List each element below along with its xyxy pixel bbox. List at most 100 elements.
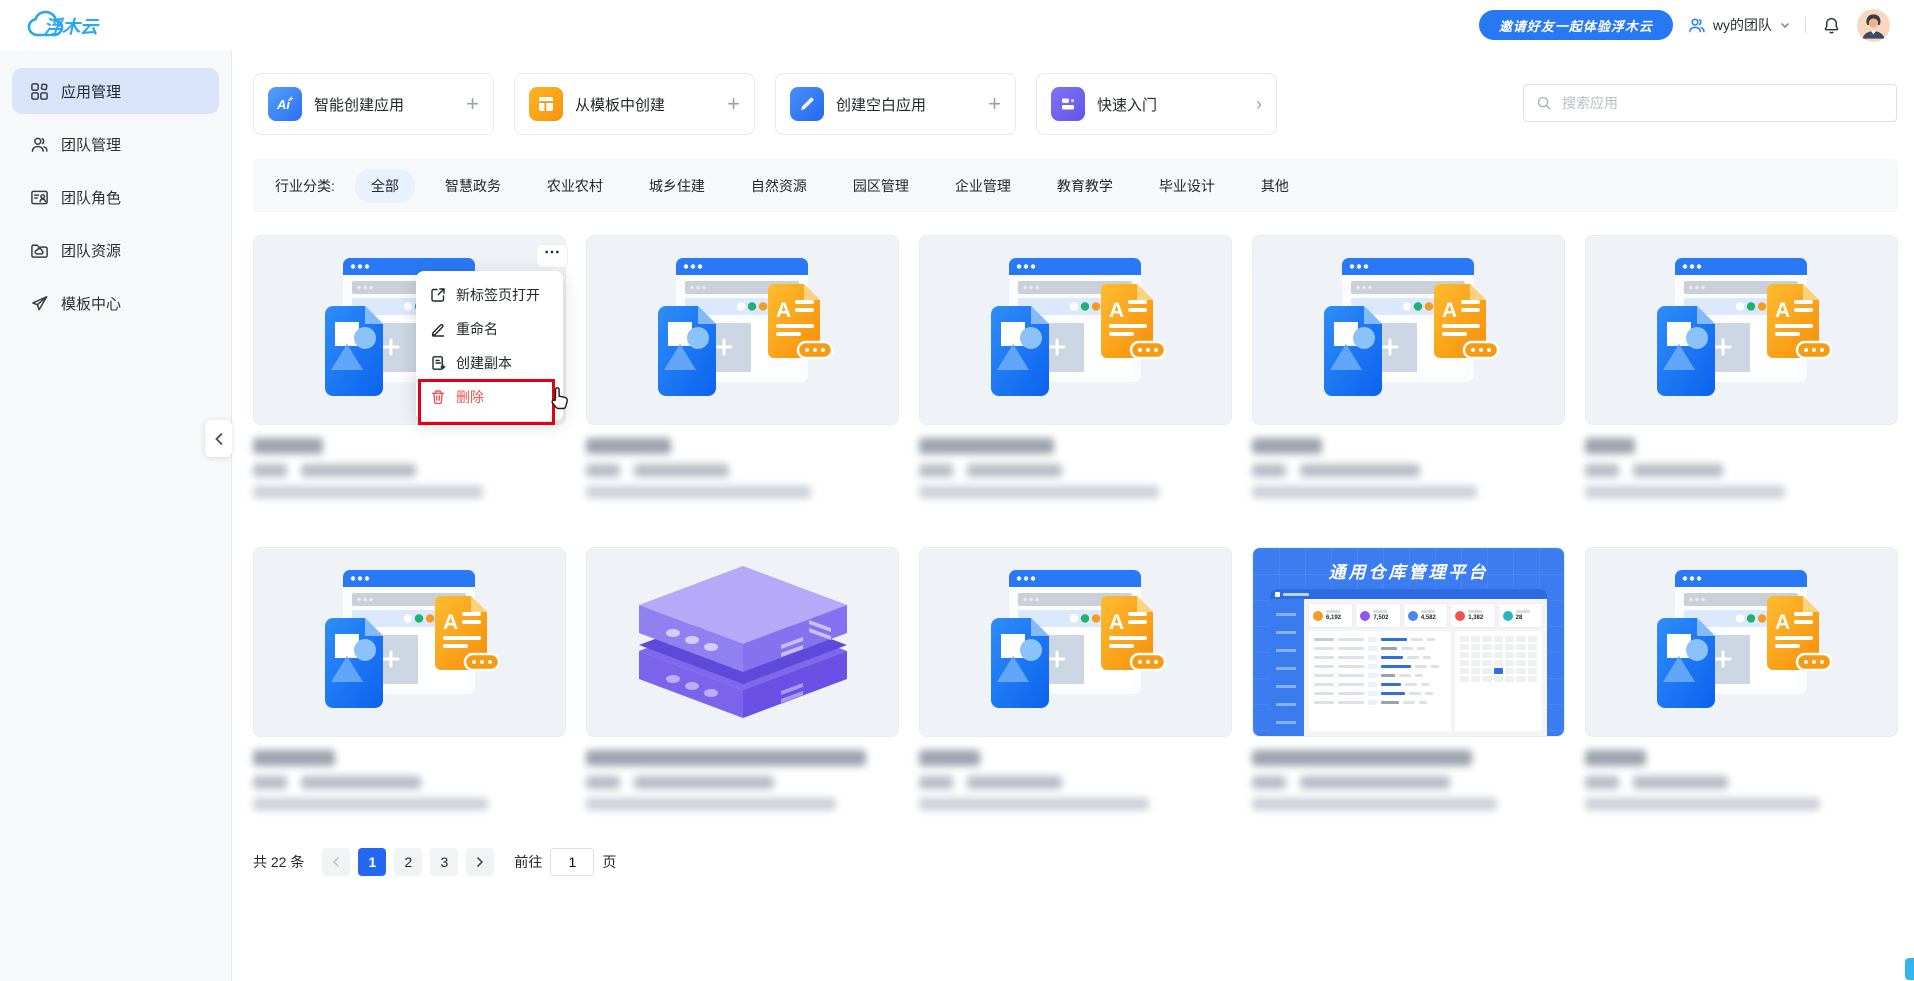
ai-create-icon: Ai bbox=[268, 87, 302, 121]
plus-icon: + bbox=[727, 91, 740, 116]
chevron-down-icon bbox=[1779, 19, 1791, 31]
svg-text:A: A bbox=[1775, 611, 1790, 634]
app-card-8[interactable]: 通用仓库管理平台 6,192 7,502 4,582 1,382 28 bbox=[1252, 547, 1565, 859]
app-card-info-blurred bbox=[253, 425, 566, 498]
rename-icon bbox=[430, 321, 446, 337]
app-card-6[interactable] bbox=[586, 547, 899, 859]
industry-filter-pill[interactable]: 其他 bbox=[1245, 169, 1305, 203]
blurred-timestamp bbox=[919, 486, 1159, 498]
filter-pills: 全部 智慧政务 农业农村 城乡住建 自然资源 园区管理 企业管理 教育教学 毕业设计 其他 bbox=[354, 168, 1305, 203]
card-more-button[interactable]: ⋯ bbox=[536, 244, 568, 268]
sidebar-item-0[interactable]: 应用管理 bbox=[12, 68, 219, 114]
svg-text:Ai: Ai bbox=[276, 97, 290, 112]
blurred-app-name bbox=[586, 750, 866, 766]
chevron-right-icon: › bbox=[1256, 94, 1262, 114]
app-card-thumbnail: A bbox=[919, 235, 1232, 425]
logo-text: 浮木云 bbox=[44, 17, 100, 37]
cloud-logo-icon: 浮木云 bbox=[27, 10, 100, 37]
sidebar-collapse-handle[interactable] bbox=[205, 420, 232, 457]
duplicate-icon bbox=[430, 355, 446, 371]
search-input[interactable] bbox=[1560, 94, 1884, 112]
sidebar-item-4[interactable]: 模板中心 bbox=[12, 280, 219, 326]
app-illustration: A bbox=[990, 570, 1166, 708]
context-menu-item-0[interactable]: 新标签页打开 bbox=[416, 278, 563, 312]
industry-filter-pill[interactable]: 教育教学 bbox=[1041, 169, 1129, 203]
blurred-meta bbox=[919, 464, 953, 477]
page-number-button[interactable]: 2 bbox=[394, 848, 423, 876]
app-illustration: A bbox=[990, 258, 1166, 396]
blurred-meta bbox=[1252, 464, 1286, 477]
logo[interactable]: 浮木云 bbox=[24, 7, 150, 43]
industry-filter-pill[interactable]: 自然资源 bbox=[735, 169, 823, 203]
app-card-thumbnail: A bbox=[586, 235, 899, 425]
industry-filter-pill[interactable]: 农业农村 bbox=[531, 169, 619, 203]
blurred-timestamp bbox=[586, 486, 811, 498]
blurred-meta bbox=[301, 464, 416, 477]
context-menu-item-1[interactable]: 重命名 bbox=[416, 312, 563, 346]
blurred-meta bbox=[586, 776, 620, 789]
app-card-4[interactable]: A bbox=[1585, 235, 1898, 547]
industry-filter-bar: 行业分类: 全部 智慧政务 农业农村 城乡住建 自然资源 园区管理 企业管理 教育教学 毕业设计… bbox=[253, 159, 1898, 212]
quick-start-icon bbox=[1051, 87, 1085, 121]
blurred-app-name bbox=[1252, 750, 1472, 766]
app-card-info-blurred bbox=[919, 425, 1232, 498]
blurred-app-name bbox=[919, 750, 980, 766]
sidebar-item-3[interactable]: 团队资源 bbox=[12, 227, 219, 273]
page-number-button[interactable]: 1 bbox=[358, 848, 387, 876]
industry-filter-pill[interactable]: 全部 bbox=[354, 168, 415, 203]
app-management-page: 浮木云 邀请好友一起体验浮木云 wy的团队 应用管理 团队管理 团队角色 团队资… bbox=[0, 0, 1914, 981]
notification-bell-icon[interactable] bbox=[1820, 14, 1843, 37]
industry-filter-pill[interactable]: 企业管理 bbox=[939, 169, 1027, 203]
quick-action-3[interactable]: 快速入门 › bbox=[1036, 73, 1277, 135]
delete-icon bbox=[430, 389, 446, 405]
industry-filter-pill[interactable]: 毕业设计 bbox=[1143, 169, 1231, 203]
chat-widget-sliver[interactable] bbox=[1905, 958, 1914, 980]
app-card-thumbnail: A bbox=[1252, 235, 1565, 425]
app-card-thumbnail: A bbox=[1585, 547, 1898, 737]
search-icon bbox=[1536, 95, 1552, 111]
invite-friends-button[interactable]: 邀请好友一起体验浮木云 bbox=[1478, 10, 1673, 40]
app-card-7[interactable]: A bbox=[919, 547, 1232, 859]
app-card-info-blurred bbox=[1252, 737, 1565, 810]
app-card-9[interactable]: A bbox=[1585, 547, 1898, 859]
page-number-buttons: 123 bbox=[358, 848, 459, 876]
blurred-timestamp bbox=[253, 486, 483, 498]
svg-text:A: A bbox=[776, 299, 791, 322]
filter-label: 行业分类: bbox=[275, 177, 335, 194]
blurred-app-name bbox=[1585, 750, 1646, 766]
sidebar-item-1[interactable]: 团队管理 bbox=[12, 121, 219, 167]
app-card-1[interactable]: A bbox=[586, 235, 899, 547]
warehouse-dashboard-preview: 6,192 7,502 4,582 1,382 28 bbox=[1270, 589, 1547, 736]
app-illustration: A bbox=[324, 570, 500, 708]
blurred-app-name bbox=[253, 438, 323, 454]
context-menu-item-2[interactable]: 创建副本 bbox=[416, 346, 563, 380]
app-card-2[interactable]: A bbox=[919, 235, 1232, 547]
context-menu-item-3[interactable]: 删除 bbox=[416, 380, 563, 414]
plus-icon: + bbox=[466, 91, 479, 116]
quick-action-2[interactable]: 创建空白应用 + bbox=[775, 73, 1016, 135]
quick-action-1[interactable]: 从模板中创建 + bbox=[514, 73, 755, 135]
sidebar: 应用管理 团队管理 团队角色 团队资源 模板中心 bbox=[0, 50, 232, 981]
industry-filter-pill[interactable]: 智慧政务 bbox=[429, 169, 517, 203]
industry-filter-pill[interactable]: 园区管理 bbox=[837, 169, 925, 203]
apps-grid-icon bbox=[30, 82, 49, 101]
page-number-button[interactable]: 3 bbox=[430, 848, 459, 876]
app-card-3[interactable]: A bbox=[1252, 235, 1565, 547]
next-page-button[interactable] bbox=[466, 848, 495, 876]
blurred-meta bbox=[1300, 776, 1450, 789]
blurred-meta bbox=[253, 464, 287, 477]
total-count-label: 共 22 条 bbox=[253, 854, 305, 870]
quick-action-0[interactable]: Ai 智能创建应用 + bbox=[253, 73, 494, 135]
sidebar-item-2[interactable]: 团队角色 bbox=[12, 174, 219, 220]
role-icon bbox=[30, 188, 49, 207]
industry-filter-pill[interactable]: 城乡住建 bbox=[633, 169, 721, 203]
blurred-timestamp bbox=[253, 798, 488, 810]
prev-page-button[interactable] bbox=[322, 848, 351, 876]
user-avatar[interactable] bbox=[1857, 8, 1890, 42]
app-illustration: A bbox=[1323, 258, 1499, 396]
team-selector[interactable]: wy的团队 bbox=[1687, 15, 1791, 35]
app-card-5[interactable]: A bbox=[253, 547, 566, 859]
blurred-meta bbox=[301, 776, 421, 789]
app-card-thumbnail bbox=[586, 547, 899, 737]
goto-page-input[interactable] bbox=[550, 848, 595, 876]
